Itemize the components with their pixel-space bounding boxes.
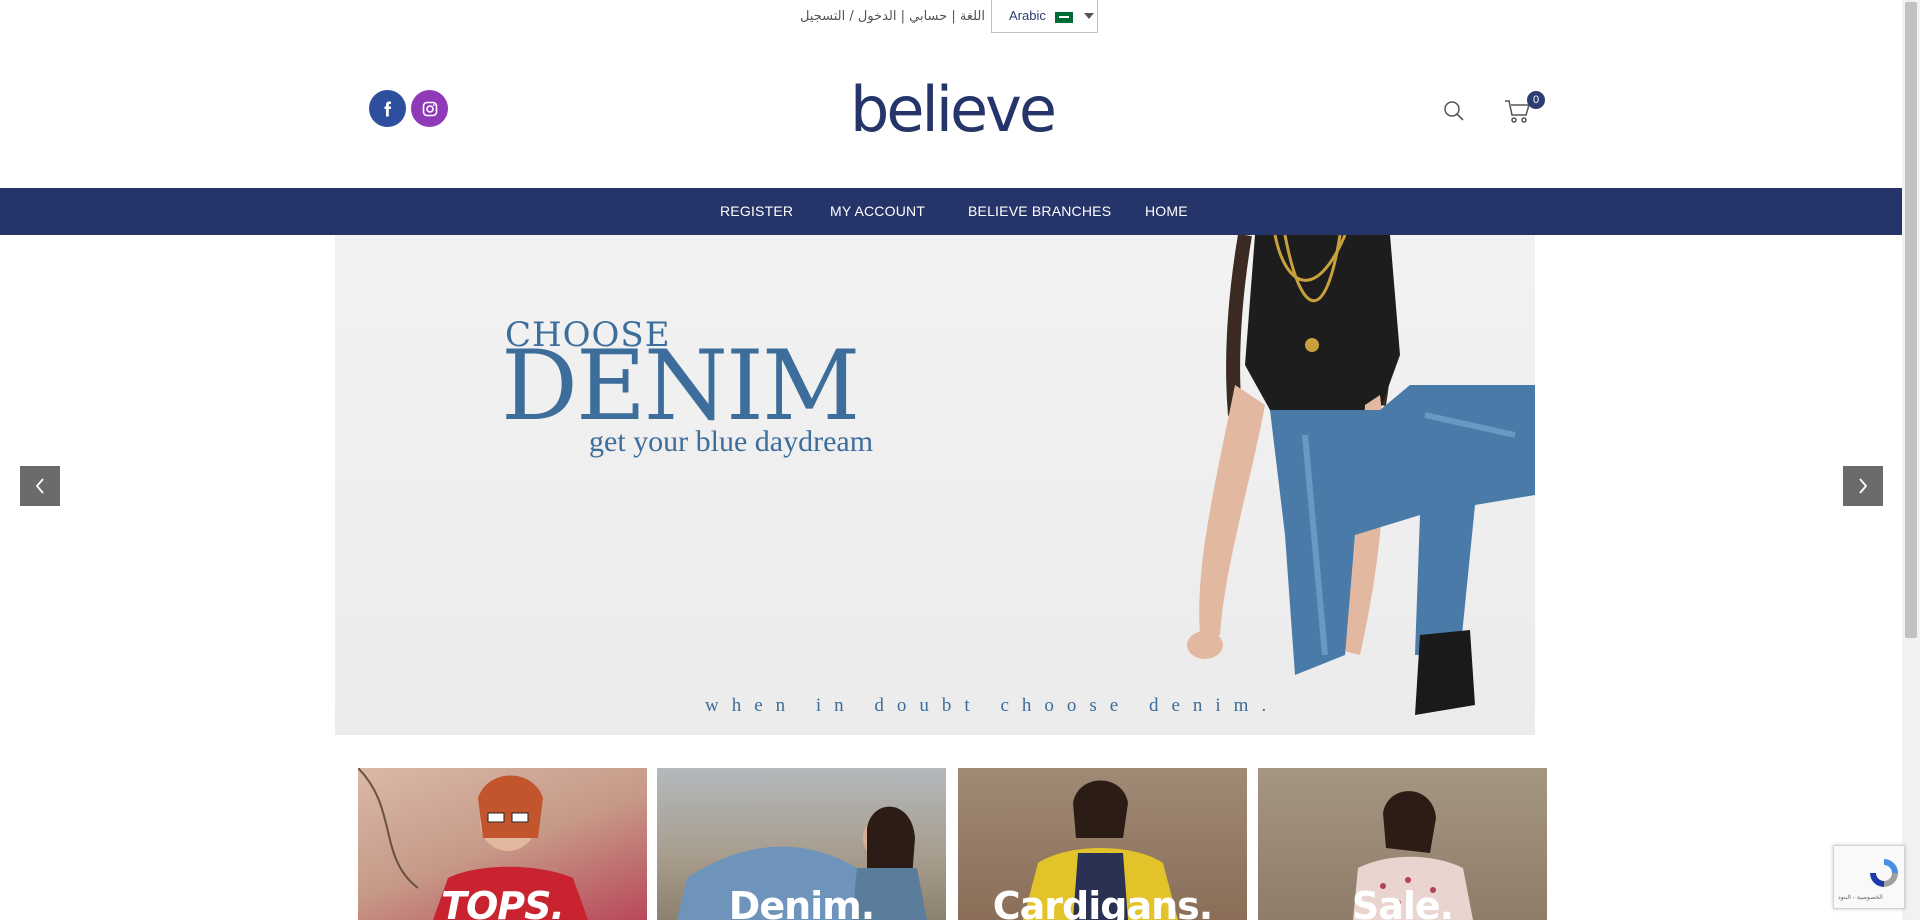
top-bar: اللغة | حسابي | الدخول / التسجيل Arabic xyxy=(0,0,1902,38)
search-icon[interactable] xyxy=(1443,100,1465,126)
language-label: Arabic xyxy=(1009,8,1046,23)
hero-subtitle: get your blue daydream xyxy=(589,425,874,458)
category-denim[interactable]: Denim. xyxy=(657,768,946,920)
recaptcha-icon xyxy=(1870,859,1898,887)
chevron-right-icon xyxy=(1859,478,1868,494)
category-tops[interactable]: TOPS. xyxy=(358,768,647,920)
main-nav: REGISTER MY ACCOUNT BELIEVE BRANCHES HOM… xyxy=(0,188,1902,235)
hero-slide[interactable]: CHOOSE DENIM get your blue daydream when… xyxy=(335,235,1535,735)
language-selector[interactable]: Arabic xyxy=(991,0,1098,33)
nav-home[interactable]: HOME xyxy=(1145,203,1188,219)
page-scrollbar[interactable] xyxy=(1902,0,1920,920)
category-sale[interactable]: Sale. xyxy=(1258,768,1547,920)
believe-logo[interactable]: believe xyxy=(850,75,1055,145)
hero-model-image xyxy=(1187,235,1535,715)
svg-text:believe: believe xyxy=(850,75,1054,145)
chevron-left-icon xyxy=(35,478,44,494)
instagram-button[interactable] xyxy=(411,90,448,127)
category-denim-label: Denim. xyxy=(728,884,875,920)
category-cardigans[interactable]: Cardigans. xyxy=(958,768,1247,920)
nav-register[interactable]: REGISTER xyxy=(720,203,793,219)
recaptcha-badge[interactable]: الخصوصية - البنود xyxy=(1833,845,1905,909)
facebook-button[interactable] xyxy=(369,90,406,127)
nav-believe-branches[interactable]: BELIEVE BRANCHES xyxy=(968,203,1111,219)
facebook-icon xyxy=(384,101,391,116)
chevron-down-icon xyxy=(1084,13,1094,19)
header: believe 0 xyxy=(0,37,1902,187)
slider-next-button[interactable] xyxy=(1843,466,1883,506)
recaptcha-text[interactable]: الخصوصية - البنود xyxy=(1838,894,1883,901)
nav-my-account[interactable]: MY ACCOUNT xyxy=(830,203,925,219)
slider-prev-button[interactable] xyxy=(20,466,60,506)
account-links[interactable]: اللغة | حسابي | الدخول / التسجيل xyxy=(800,9,985,24)
category-sale-label: Sale. xyxy=(1351,884,1454,920)
instagram-icon xyxy=(422,101,437,116)
scrollbar-thumb[interactable] xyxy=(1905,2,1917,638)
saudi-flag-icon xyxy=(1055,12,1073,23)
cart-count-badge: 0 xyxy=(1527,91,1545,109)
category-tops-label: TOPS. xyxy=(441,884,565,920)
category-cardigans-label: Cardigans. xyxy=(992,884,1213,920)
